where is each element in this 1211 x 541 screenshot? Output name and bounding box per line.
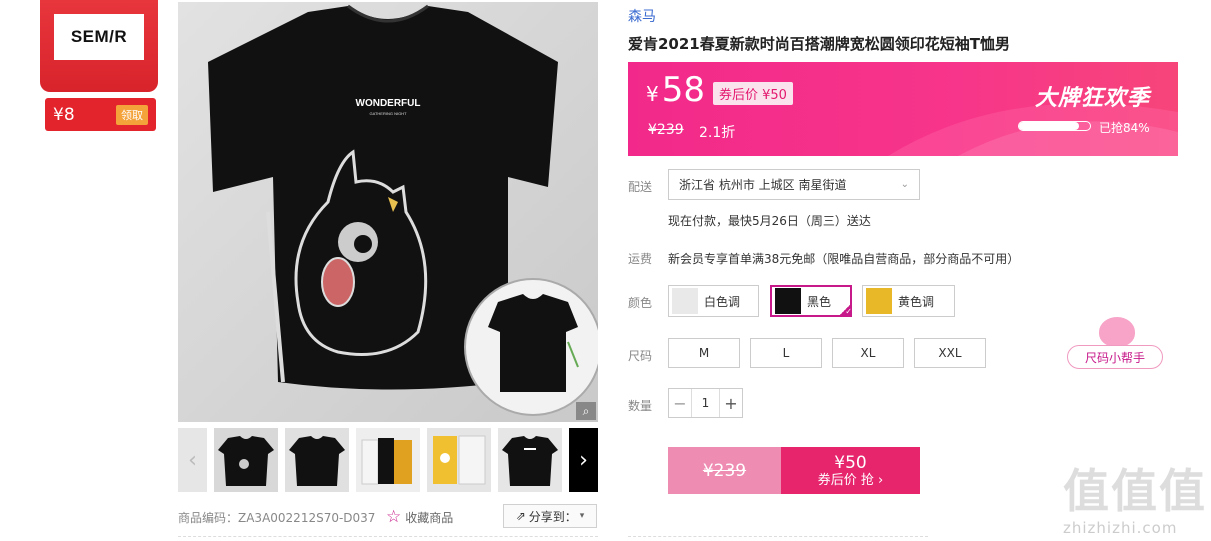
watermark-url: zhizhizhi.com (1063, 519, 1178, 537)
claim-coupon-button[interactable]: 领取 (116, 104, 148, 125)
color-swatch (672, 288, 698, 314)
product-code: 商品编码：ZA3A002212S70-D037 (178, 511, 376, 525)
thumb-next-button[interactable]: › (569, 428, 598, 492)
shirt-print-text: WONDERFUL (356, 98, 421, 109)
brand-logo: SEM/R (54, 14, 144, 60)
thumbnail[interactable] (498, 428, 562, 492)
divider (628, 536, 928, 537)
coupon-badge[interactable]: SEM/R ¥8 领取 (40, 0, 158, 133)
coupon-price-tag: 券后价 ¥50 (713, 82, 793, 105)
shipping-label: 运费 (628, 252, 653, 266)
buy-label: 券后价 抢 › (817, 472, 884, 488)
discount-rate: 2.1折 (699, 125, 736, 141)
promo-title: 大牌狂欢季 (1034, 86, 1150, 111)
thumbnail[interactable] (427, 428, 491, 492)
size-label: 尺码 (628, 349, 653, 363)
badge-header: SEM/R (40, 0, 158, 92)
size-option-xl[interactable]: XL (832, 338, 904, 368)
watermark-logo: 值值值 (1063, 464, 1207, 518)
pig-mascot-icon (1099, 317, 1135, 347)
badge-price: ¥8 (53, 104, 75, 125)
share-label: 分享到： (528, 509, 577, 524)
address-value: 浙江省 杭州市 上城区 南星街道 (679, 178, 847, 192)
chevron-down-icon: ▾ (579, 511, 585, 521)
quantity-minus-button[interactable]: − (669, 394, 691, 413)
product-page: SEM/R ¥8 领取 WONDERFUL GATHERING NIGHT ⌕ … (0, 0, 1211, 541)
color-label: 颜色 (628, 296, 653, 310)
watermark: 值值值 zhizhizhi.com (1063, 455, 1211, 541)
favorite-label: 收藏商品 (405, 510, 454, 525)
price-banner: ¥ 58 券后价 ¥50 ¥239 2.1折 大牌狂欢季 已抢84% (628, 62, 1178, 156)
share-button[interactable]: ⇗ 分享到： ▾ (503, 504, 597, 528)
check-icon: ✓ (838, 303, 852, 317)
buy-button[interactable]: ¥239 ¥50 券后价 抢 › (668, 447, 920, 494)
address-select[interactable]: 浙江省 杭州市 上城区 南星街道 ⌄ (668, 169, 920, 200)
color-option-white[interactable]: 白色调 (668, 285, 759, 317)
original-price: ¥239 (648, 122, 684, 138)
quantity-input[interactable]: 1 (691, 389, 720, 417)
buy-with-coupon-button[interactable]: ¥50 券后价 抢 › (781, 447, 920, 494)
delivery-estimate: 现在付款，最快5月26日（周三）送达 (668, 214, 871, 228)
thumbnail[interactable] (285, 428, 349, 492)
star-icon: ☆ (386, 507, 402, 527)
svg-text:GATHERING NIGHT: GATHERING NIGHT (369, 111, 407, 116)
size-helper-button[interactable]: 尺码小帮手 (1067, 345, 1163, 369)
quantity-label: 数量 (628, 399, 653, 413)
badge-coupon[interactable]: ¥8 领取 (45, 98, 156, 131)
product-title: 爱肯2021春夏新款时尚百搭潮牌宽松圆领印花短袖T恤男 (628, 35, 1010, 53)
thumb-prev-button[interactable]: ‹ (178, 428, 207, 492)
color-swatch (775, 288, 801, 314)
chevron-down-icon: ⌄ (900, 179, 909, 190)
divider (178, 536, 598, 537)
color-swatch (866, 288, 892, 314)
zoom-icon[interactable]: ⌕ (576, 402, 596, 420)
product-meta: 商品编码：ZA3A002212S70-D037 ☆ 收藏商品 ⇗ 分享到： ▾ (178, 504, 598, 529)
main-product-image[interactable]: WONDERFUL GATHERING NIGHT ⌕ (178, 2, 598, 422)
buy-price: ¥50 (834, 452, 867, 473)
thumbnail[interactable] (214, 428, 278, 492)
sold-progress-bar (1018, 121, 1091, 131)
color-option-yellow[interactable]: 黄色调 (862, 285, 955, 317)
tshirt-illustration: WONDERFUL GATHERING NIGHT (208, 4, 598, 416)
thumbnail[interactable] (356, 428, 420, 492)
buy-original-price: ¥239 (668, 447, 781, 494)
color-option-black[interactable]: 黑色 ✓ (770, 285, 852, 317)
thumbnail-strip: ‹ › (178, 428, 598, 492)
price-value: 58 (661, 70, 705, 110)
favorite-button[interactable]: ☆ 收藏商品 (386, 507, 453, 527)
shipping-info: 新会员专享首单满38元免邮（限唯品自营商品，部分商品不可用） (668, 252, 1020, 266)
size-option-xxl[interactable]: XXL (914, 338, 986, 368)
size-option-l[interactable]: L (750, 338, 822, 368)
size-option-m[interactable]: M (668, 338, 740, 368)
quantity-stepper: − 1 + (668, 388, 743, 418)
share-icon: ⇗ (515, 509, 526, 523)
quantity-plus-button[interactable]: + (720, 394, 742, 413)
sold-progress-text: 已抢84% (1099, 121, 1150, 135)
size-helper[interactable]: 尺码小帮手 (1067, 317, 1163, 369)
brand-link[interactable]: 森马 (628, 6, 656, 26)
current-price: ¥ 58 (646, 70, 705, 110)
progress-fill (1019, 122, 1079, 130)
delivery-label: 配送 (628, 180, 653, 194)
